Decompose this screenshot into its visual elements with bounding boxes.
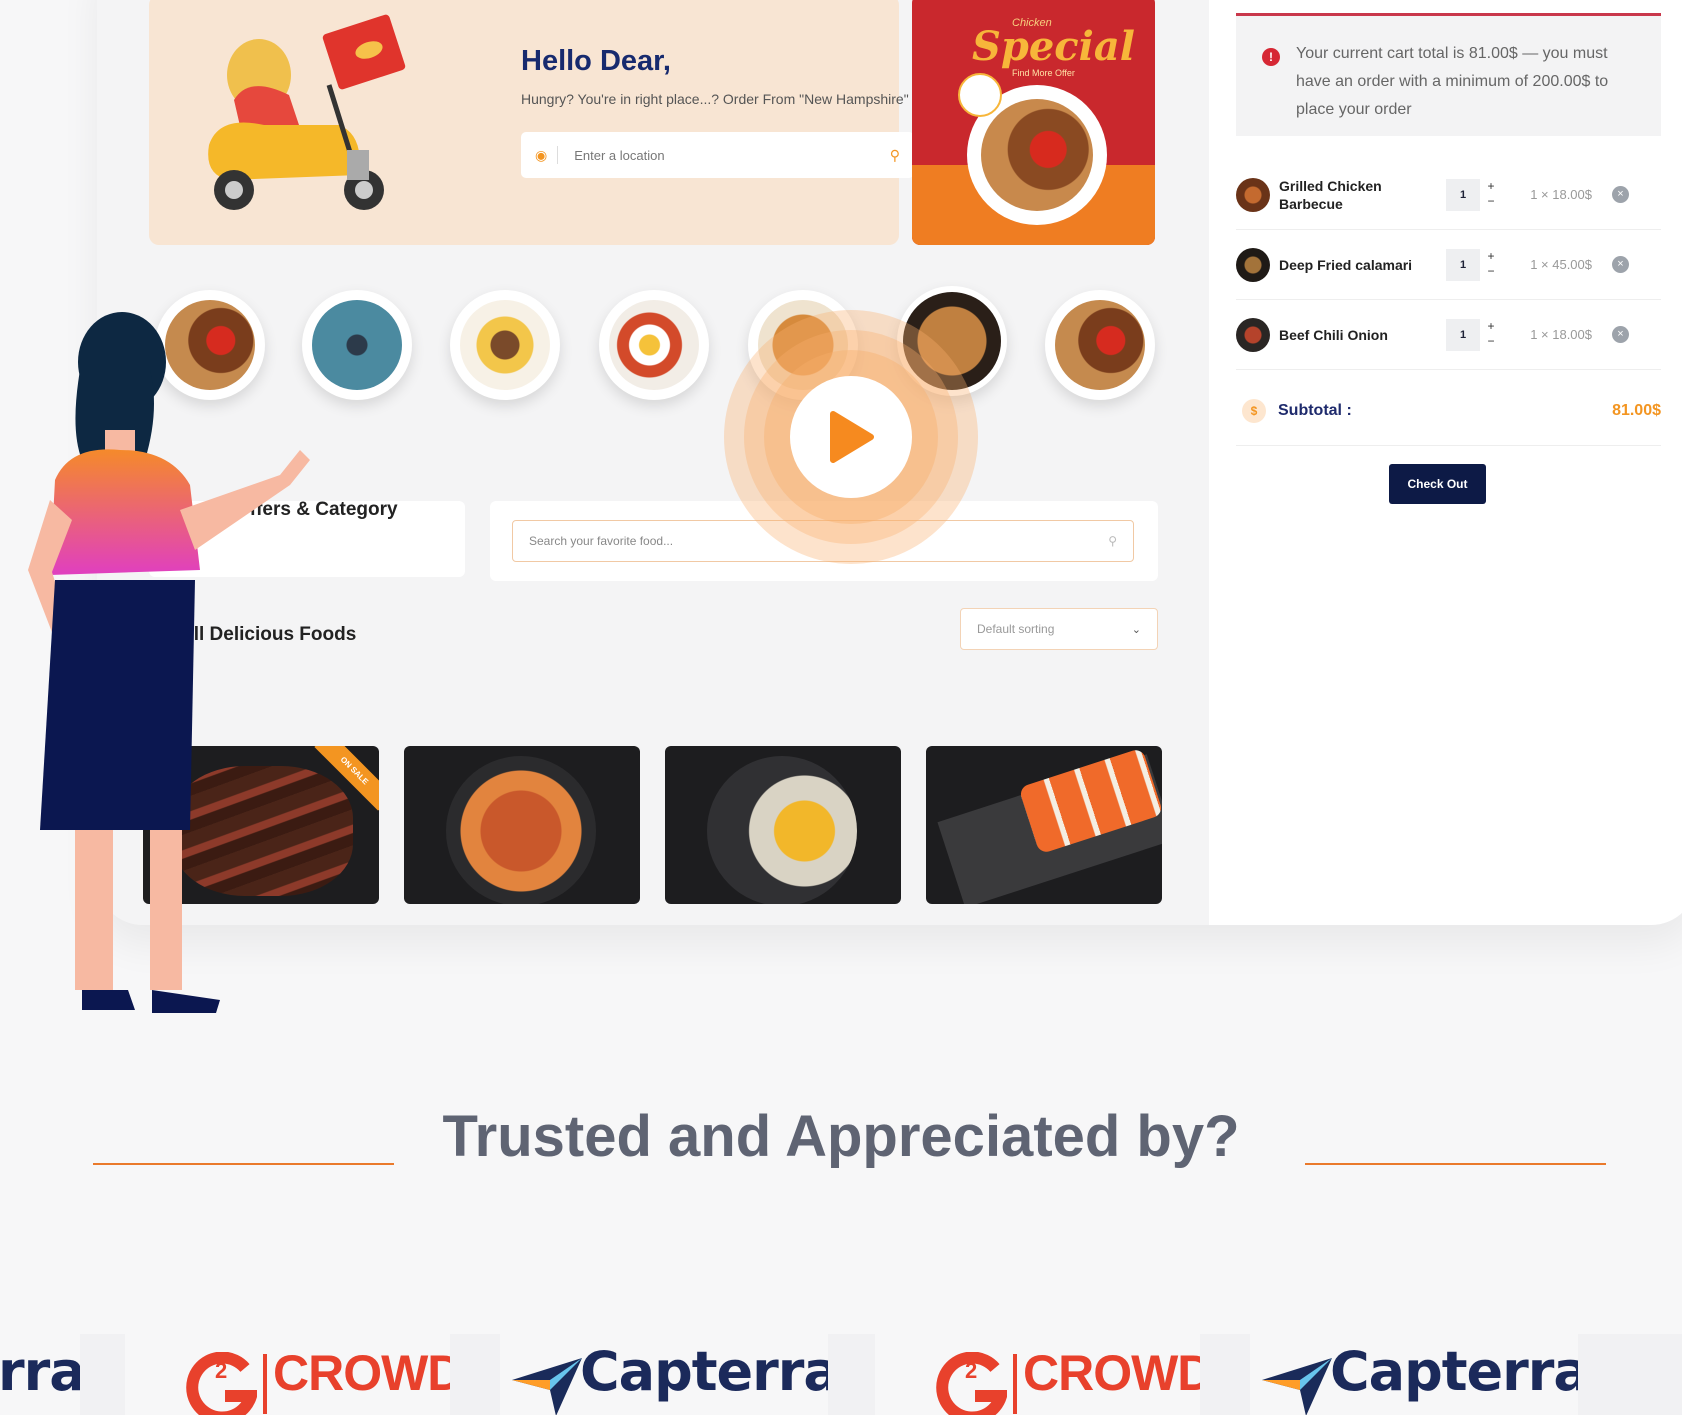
item-thumbnail [1236,247,1270,282]
play-video-button[interactable] [790,376,912,498]
subtotal-row: $ Subtotal : 81.00$ [1236,376,1661,446]
g2-crowd-text: CROWD [1023,1345,1200,1401]
divider-right [1305,1163,1606,1165]
capterra-arrow-icon [1262,1358,1332,1415]
quantity-stepper[interactable]: 1 + − [1446,318,1502,351]
input-divider [557,146,559,164]
category-plate-7[interactable] [1045,290,1155,400]
minus-icon[interactable]: − [1480,194,1502,209]
subtotal-value: 81.00$ [1612,401,1661,419]
cart-sidebar: ! Your current cart total is 81.00$ — yo… [1209,0,1682,925]
category-plate-4[interactable] [599,290,709,400]
item-price: 1 × 18.00$ [1530,187,1592,202]
coin-icon: $ [1242,398,1266,423]
logo-g2-crowd[interactable]: 2 CROWD [875,1334,1200,1415]
promo-discount-badge [958,73,1002,117]
quantity-stepper[interactable]: 1 + − [1446,178,1502,211]
plus-icon[interactable]: + [1480,179,1502,194]
g2-separator [1013,1354,1017,1414]
location-placeholder: Enter a location [574,147,665,163]
remove-item-icon[interactable]: × [1612,256,1629,273]
promo-card[interactable]: Chicken Special Find More Offer [912,0,1155,245]
item-price: 1 × 18.00$ [1530,327,1592,342]
play-icon [830,411,874,463]
svg-text:2: 2 [965,1358,977,1383]
food-card-pasta[interactable] [404,746,640,904]
hero-subtitle: Hungry? You're in right place...? Order … [521,91,909,107]
item-thumbnail [1236,317,1270,352]
food-card-chicken-gnocchi[interactable] [665,746,901,904]
item-name: Grilled Chicken Barbecue [1279,177,1382,212]
promo-subtitle: Find More Offer [1012,68,1075,78]
sort-dropdown[interactable]: Default sorting ⌄ [960,608,1158,650]
woman-illustration [28,312,310,1013]
search-icon[interactable]: ⚲ [890,147,900,164]
alert-icon: ! [1262,48,1280,66]
food-card-sushi[interactable] [926,746,1162,904]
minus-icon[interactable]: − [1480,264,1502,279]
cart-item: Grilled Chicken Barbecue 1 + − 1 × 18.00$… [1236,160,1661,230]
quantity-stepper[interactable]: 1 + − [1446,248,1502,281]
category-plate-3[interactable] [450,290,560,400]
logo-capterra[interactable]: Capterra [500,1334,828,1415]
checkout-button[interactable]: Check Out [1389,464,1486,504]
location-pin-icon: ◉ [535,146,548,163]
chevron-down-icon: ⌄ [1131,623,1141,636]
svg-text:2: 2 [215,1358,227,1383]
cart-item: Deep Fried calamari 1 + − 1 × 45.00$ × [1236,230,1661,300]
chicken-gnocchi-image [707,756,857,904]
sort-value: Default sorting [977,622,1055,636]
capterra-arrow-icon [512,1358,582,1415]
cart-item: Beef Chili Onion 1 + − 1 × 18.00$ × [1236,300,1661,370]
remove-item-icon[interactable]: × [1612,186,1629,203]
delivery-scooter-illustration [208,14,406,210]
hero-title: Hello Dear, [521,45,671,77]
capterra-text: Capterra [1330,1340,1578,1403]
remove-item-icon[interactable]: × [1612,326,1629,343]
plus-icon[interactable]: + [1480,249,1502,264]
minus-icon[interactable]: − [1480,334,1502,349]
item-price: 1 × 45.00$ [1530,257,1592,272]
hero-banner: Hello Dear, Hungry? You're in right plac… [149,0,914,245]
capterra-partial-text: rra [0,1340,80,1403]
g2-crowd-text: CROWD [273,1345,450,1401]
promo-title: Special [972,23,1135,70]
trusted-title: Trusted and Appreciated by? [442,1104,1240,1169]
pasta-image [446,756,596,904]
logo-g2-crowd[interactable]: 2 CROWD [125,1334,450,1415]
item-name: Beef Chili Onion [1279,326,1388,343]
item-thumbnail [1236,177,1270,212]
g2-separator [263,1354,267,1414]
logo-capterra-partial: rra [0,1334,80,1415]
notice-text: Your current cart total is 81.00$ — you … [1296,45,1609,118]
quantity-value[interactable]: 1 [1446,248,1480,281]
logo-capterra[interactable]: Capterra [1250,1334,1578,1415]
g2-logo-icon: 2 [936,1352,1007,1415]
search-icon[interactable]: ⚲ [1108,534,1117,548]
quantity-value[interactable]: 1 [1446,318,1480,351]
plus-icon[interactable]: + [1480,319,1502,334]
quantity-value[interactable]: 1 [1446,178,1480,211]
cart-notice: ! Your current cart total is 81.00$ — yo… [1236,16,1661,136]
capterra-text: Capterra [580,1340,828,1403]
item-name: Deep Fried calamari [1279,256,1413,273]
g2-logo-icon: 2 [186,1352,257,1415]
location-input[interactable]: ◉ Enter a location ⚲ [521,132,914,178]
subtotal-label: Subtotal : [1278,401,1352,419]
